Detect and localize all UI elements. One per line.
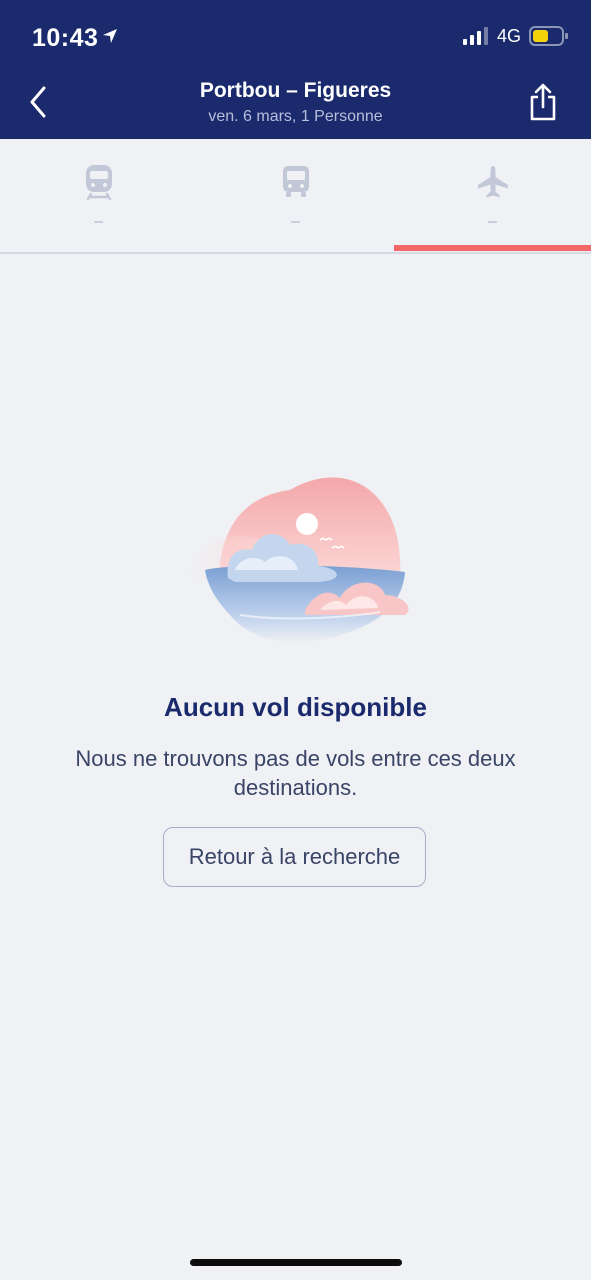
network-type: 4G [497,26,522,46]
battery-icon [529,26,569,51]
tab-bus[interactable]: – [197,139,394,252]
clouds-illustration [180,470,420,670]
tab-train[interactable]: – [0,139,197,252]
time-text: 10:43 [32,24,99,52]
empty-state-description: Nous ne trouvons pas de vols entre ces d… [75,746,516,800]
route-title: Portbou – Figueres [199,79,392,102]
status-bar-time: 10:43 [32,22,118,53]
transport-tabs: – – – [0,139,591,254]
plane-icon [475,163,511,201]
selected-tab-indicator [394,245,591,251]
plane-result: – [488,213,497,230]
home-indicator[interactable] [190,1259,402,1266]
bus-result: – [291,213,300,230]
bus-icon [278,163,314,201]
share-button[interactable] [524,82,562,126]
train-result: – [94,213,103,230]
back-to-search-button[interactable]: Retour à la recherche [163,827,426,887]
route-subtitle: ven. 6 mars, 1 Personne [208,108,383,125]
share-icon [529,83,557,126]
location-arrow-icon [102,22,118,51]
signal-icon [463,27,489,50]
empty-state-title: Aucun vol disponible [164,692,427,722]
tab-plane[interactable]: – [394,139,591,252]
train-icon [81,163,117,201]
app-header: 10:43 4G Portbou – Figueres ven. 6 mars,… [0,0,591,139]
